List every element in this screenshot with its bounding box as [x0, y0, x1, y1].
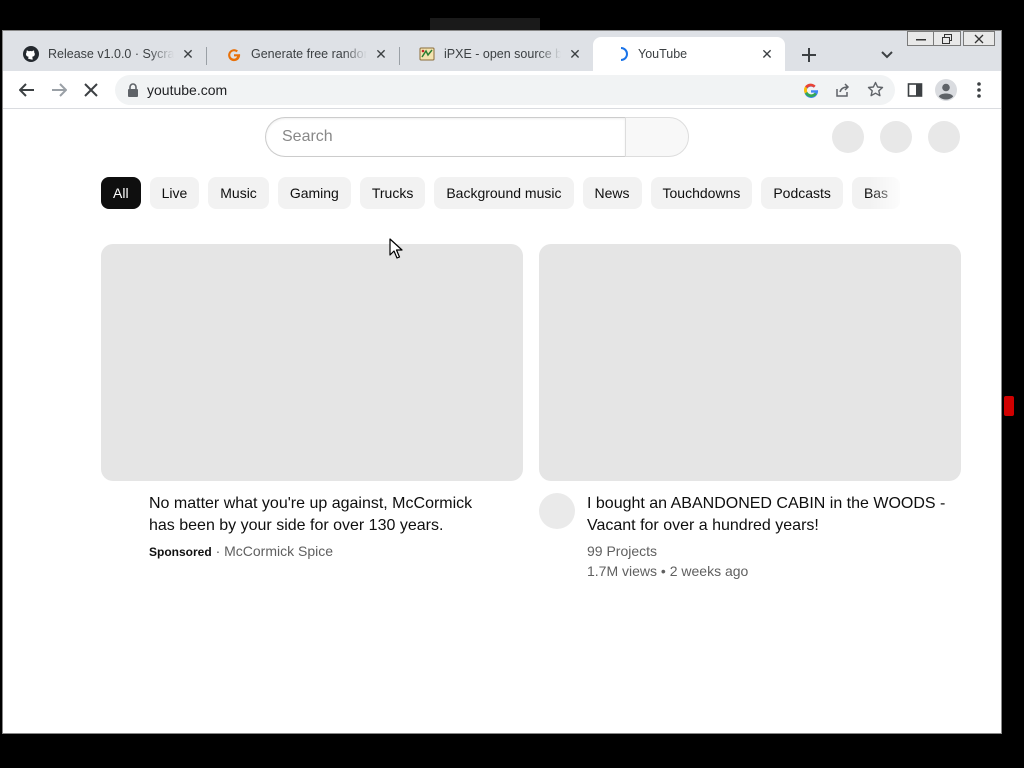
loading-spinner-icon — [613, 46, 629, 62]
tab-title: YouTube — [638, 47, 688, 61]
side-panel-icon — [907, 83, 923, 97]
browser-toolbar: youtube.com — [3, 71, 1001, 109]
account-avatar-placeholder[interactable] — [928, 121, 960, 153]
desktop-background-item — [430, 18, 540, 30]
forward-button[interactable] — [47, 78, 71, 102]
chip-news[interactable]: News — [582, 177, 642, 209]
ipxe-icon — [419, 46, 435, 62]
tab-close-icon[interactable]: ✕ — [373, 46, 389, 62]
tab-title: Generate free random b — [251, 47, 367, 61]
chip-music[interactable]: Music — [208, 177, 269, 209]
view-count: 1.7M views — [587, 563, 658, 579]
profile-button[interactable] — [934, 78, 958, 102]
upload-age: 2 weeks ago — [669, 563, 749, 579]
chip-trucks[interactable]: Trucks — [359, 177, 426, 209]
browser-window: Release v1.0.0 · Sycration ✕ Generate fr… — [2, 30, 1002, 734]
search-box[interactable] — [265, 117, 625, 157]
forward-arrow-icon — [52, 83, 67, 97]
channel-name[interactable]: McCormick Spice — [224, 543, 333, 559]
tab-title: Release v1.0.0 · Sycration — [48, 47, 174, 61]
tab-youtube[interactable]: YouTube ✕ — [593, 37, 785, 71]
tab-search-button[interactable] — [875, 43, 899, 67]
video-title[interactable]: No matter what you're up against, McCorm… — [149, 493, 489, 537]
new-tab-button[interactable] — [797, 43, 821, 67]
chip-background-music[interactable]: Background music — [434, 177, 574, 209]
browser-menu-button[interactable] — [967, 78, 991, 102]
lock-icon[interactable] — [127, 83, 139, 97]
sponsored-badge: Sponsored — [149, 545, 212, 559]
chip-live[interactable]: Live — [149, 177, 200, 209]
tab-title: iPXE - open source boot — [444, 47, 561, 61]
tab-strip: Release v1.0.0 · Sycration ✕ Generate fr… — [3, 37, 1001, 71]
tab-ipxe[interactable]: iPXE - open source boot ✕ — [399, 37, 593, 71]
meta-separator: · — [215, 543, 221, 559]
bookmark-star-icon[interactable] — [867, 81, 884, 103]
profile-avatar-icon — [935, 79, 957, 101]
tab-github-release[interactable]: Release v1.0.0 · Sycration ✕ — [3, 37, 206, 71]
tab-close-icon[interactable]: ✕ — [759, 46, 775, 62]
chip-bar-fade — [869, 177, 919, 211]
meta-separator: • — [660, 563, 666, 579]
channel-name[interactable]: 99 Projects — [587, 541, 957, 561]
mouse-cursor-icon — [389, 238, 403, 259]
google-lens-icon[interactable] — [803, 82, 819, 103]
tab-close-icon[interactable]: ✕ — [180, 46, 196, 62]
stop-loading-button[interactable] — [79, 78, 103, 102]
side-panel-button[interactable] — [903, 78, 927, 102]
search-button[interactable] — [625, 117, 689, 157]
back-button[interactable] — [15, 78, 39, 102]
notifications-button-placeholder[interactable] — [880, 121, 912, 153]
tab-random-generator[interactable]: Generate free random b ✕ — [206, 37, 399, 71]
share-icon[interactable] — [835, 82, 851, 103]
plus-icon — [802, 48, 816, 62]
g-logo-icon — [226, 46, 242, 62]
create-button-placeholder[interactable] — [832, 121, 864, 153]
search-input[interactable] — [266, 118, 625, 156]
chip-all[interactable]: All — [101, 177, 141, 209]
channel-avatar-placeholder[interactable] — [539, 493, 575, 529]
chip-touchdowns[interactable]: Touchdowns — [650, 177, 753, 209]
chevron-down-icon — [881, 51, 893, 59]
back-arrow-icon — [19, 83, 34, 97]
tab-close-icon[interactable]: ✕ — [567, 46, 583, 62]
url-text[interactable]: youtube.com — [147, 82, 227, 98]
video-title[interactable]: I bought an ABANDONED CABIN in the WOODS… — [587, 493, 957, 537]
filter-chip-bar: All Live Music Gaming Trucks Background music… — [101, 177, 919, 211]
desktop-red-marker — [1004, 396, 1014, 416]
stop-icon — [84, 83, 98, 97]
chip-gaming[interactable]: Gaming — [277, 177, 351, 209]
address-bar[interactable]: youtube.com — [115, 75, 895, 105]
video-thumbnail-placeholder[interactable] — [101, 244, 523, 481]
youtube-page: AllLiveMusicGamingTrucksBackground music… — [3, 109, 1001, 733]
github-icon — [23, 46, 39, 62]
chip-podcasts[interactable]: Podcasts — [761, 177, 843, 209]
video-meta: Sponsored · McCormick Spice — [149, 541, 489, 562]
kebab-menu-icon — [977, 82, 981, 98]
video-stats: 1.7M views • 2 weeks ago — [587, 561, 957, 581]
video-thumbnail-placeholder[interactable] — [539, 244, 961, 481]
